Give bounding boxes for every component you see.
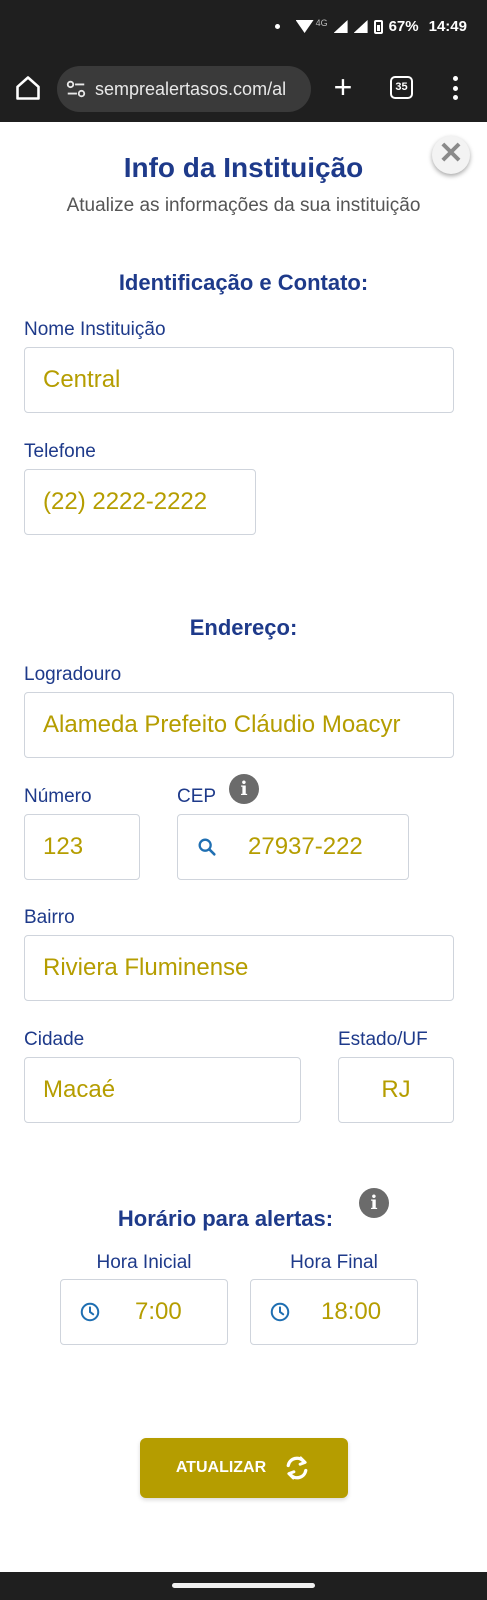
new-tab-icon[interactable]: + [330,71,356,103]
start-time-label: Hora Inicial [96,1252,192,1273]
start-time-input[interactable]: 7:00 [60,1279,228,1345]
start-time-value: 7:00 [135,1298,182,1325]
clock-icon [80,1302,100,1322]
cep-input[interactable]: 27937-222 [177,814,409,880]
url-text: semprealertasos.com/al [95,78,287,99]
page-subtitle: Atualize as informações da sua instituiç… [66,195,421,216]
section-title-contact: Identificação e Contato: [118,270,369,295]
state-input[interactable]: RJ [338,1057,454,1123]
section-title-address: Endereço: [189,615,298,640]
signal-secondary-icon [353,20,368,33]
clock-time: 14:49 [428,18,467,35]
city-input[interactable]: Macaé [24,1057,301,1123]
phone-input[interactable]: (22) 2222-2222 [24,469,256,535]
home-gesture-handle[interactable] [172,1583,315,1588]
browser-toolbar: semprealertasos.com/al + 35 [0,56,487,122]
status-indicators: 4G 67% 14:49 [274,17,467,35]
tab-switcher-button[interactable]: 35 [390,76,413,99]
address-bar[interactable]: semprealertasos.com/al [57,66,311,112]
notification-dot-icon [274,24,280,29]
battery-level: 67% [388,18,419,35]
end-time-input[interactable]: 18:00 [250,1279,418,1345]
district-label: Bairro [24,907,75,928]
status-bar: 4G 67% 14:49 [0,0,487,56]
home-icon[interactable] [14,74,42,102]
street-label: Logradouro [24,664,122,685]
cep-info-icon[interactable]: i [229,774,259,804]
update-button-label: ATUALIZAR [175,1459,267,1476]
number-label: Número [24,786,92,807]
cep-value: 27937-222 [248,833,363,860]
end-time-label: Hora Final [290,1252,378,1273]
search-icon[interactable] [196,836,218,858]
page-title: Info da Instituição [123,152,364,183]
more-menu-icon[interactable] [452,76,458,100]
wifi-icon [295,20,314,33]
number-input[interactable]: 123 [24,814,140,880]
battery-icon [373,19,383,34]
district-input[interactable]: Riviera Fluminense [24,935,454,1001]
clock-icon [270,1302,290,1322]
network-type: 4G [315,17,328,28]
institution-form-modal: ✕ Info da Instituição Atualize as inform… [0,122,487,1572]
site-settings-icon[interactable] [65,78,87,100]
city-label: Cidade [24,1029,85,1050]
phone-label: Telefone [24,441,96,462]
alert-hours-info-icon[interactable]: i [359,1188,389,1218]
end-time-value: 18:00 [321,1298,382,1325]
state-label: Estado/UF [338,1029,428,1050]
name-input[interactable]: Central [24,347,454,413]
section-title-alert-hours: Horário para alertas: [117,1206,334,1231]
refresh-icon [286,1456,308,1480]
signal-icon [333,20,348,33]
cep-label: CEP [177,786,217,807]
system-navigation-bar [0,1572,487,1600]
street-input[interactable]: Alameda Prefeito Cláudio Moacyr [24,692,454,758]
update-button[interactable]: ATUALIZAR [140,1438,348,1498]
name-label: Nome Instituição [24,319,166,340]
